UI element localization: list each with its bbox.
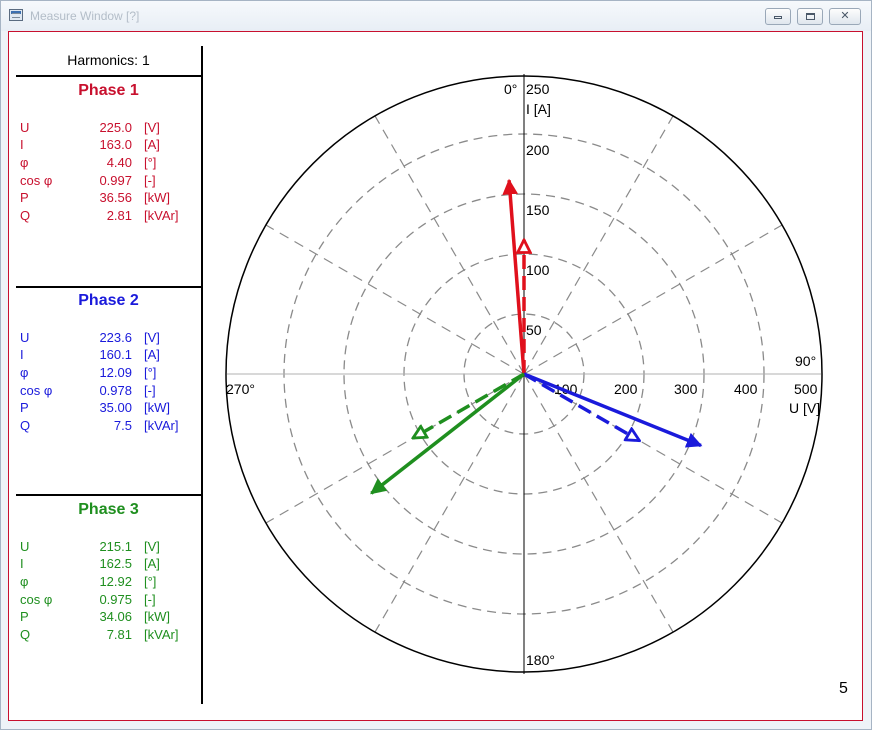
current-tick-250: 250 (526, 81, 550, 97)
voltage-tick-200: 200 (614, 381, 638, 397)
grid-spoke (523, 224, 783, 375)
angle-label-270: 270° (226, 381, 255, 397)
measure-window: Measure Window [?] ✕ Harmonics: 1 Phase … (0, 0, 872, 730)
minimize-button[interactable] (765, 8, 791, 25)
angle-label-90: 90° (795, 353, 816, 369)
close-icon: ✕ (840, 10, 850, 22)
current-axis-unit: I [A] (526, 101, 551, 117)
voltage-axis-unit: U [V] (789, 400, 820, 416)
phase-1-current-phasor (502, 178, 526, 375)
angle-label-0: 0° (504, 81, 517, 97)
grid-spoke (265, 224, 525, 375)
measure-content: Harmonics: 1 Phase 1 U 225.0 [V] I 163.0 [A]… (8, 31, 863, 721)
angle-label-180: 180° (526, 652, 555, 668)
page-number: 5 (839, 680, 848, 697)
phasor-diagram: 0° 90° 180° 270° I [A] U [V] 250 200 150… (225, 74, 823, 674)
voltage-tick-500: 500 (794, 381, 818, 397)
maximize-button[interactable] (797, 8, 823, 25)
window-icon[interactable] (9, 9, 23, 21)
voltage-tick-400: 400 (734, 381, 758, 397)
current-tick-50: 50 (526, 322, 542, 338)
grid-spoke (523, 373, 674, 633)
phase-3-current-phasor (370, 372, 526, 495)
title-bar[interactable]: Measure Window [?] ✕ (1, 1, 871, 31)
window-title: Measure Window [?] (30, 9, 140, 23)
current-tick-200: 200 (526, 142, 550, 158)
grid-spoke (374, 373, 525, 633)
grid-spoke (374, 115, 525, 375)
minimize-icon (774, 16, 782, 19)
close-button[interactable]: ✕ (829, 8, 861, 25)
current-tick-100: 100 (526, 262, 550, 278)
current-tick-150: 150 (526, 202, 550, 218)
voltage-tick-300: 300 (674, 381, 698, 397)
maximize-icon (805, 13, 815, 20)
